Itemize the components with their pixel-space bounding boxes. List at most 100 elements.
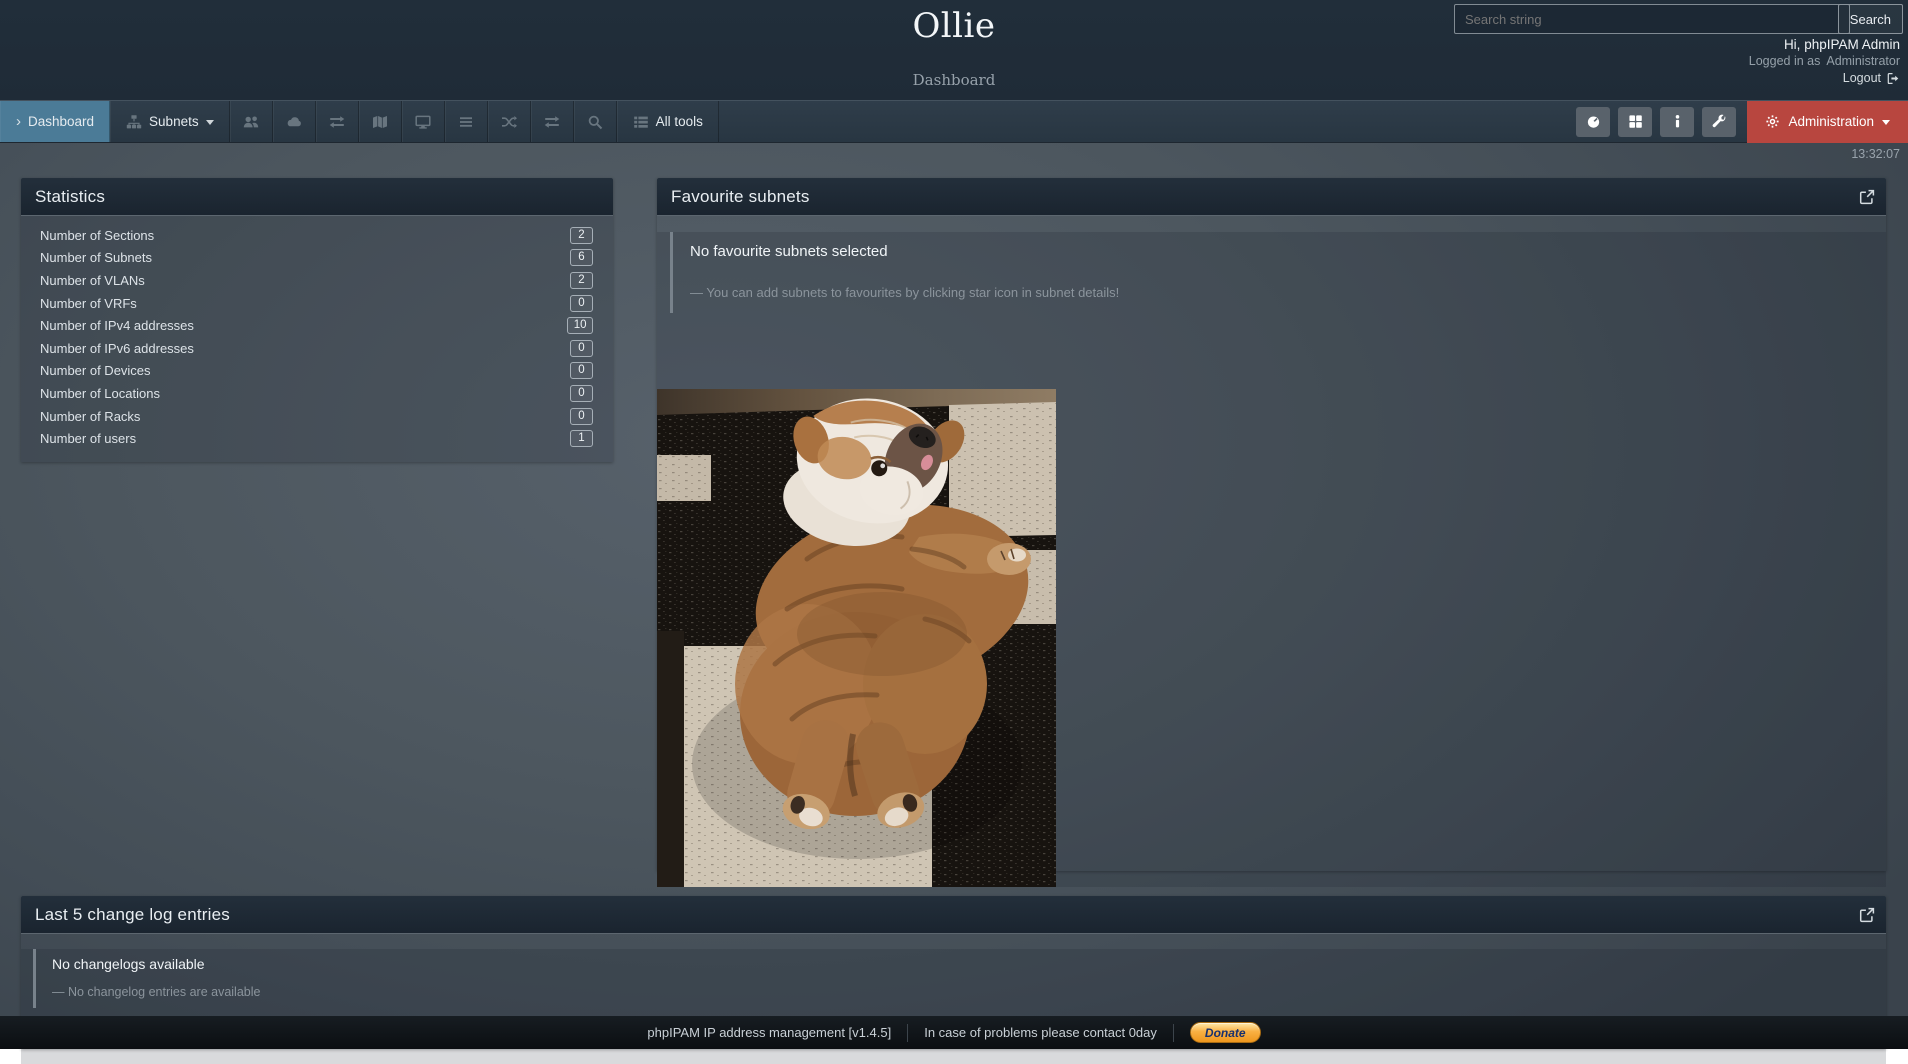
page-header: Ollie Dashboard Search Hi, phpIPAM Admin… <box>0 0 1908 100</box>
stat-row: Number of Racks 0 <box>21 405 613 428</box>
stat-value-badge: 1 <box>570 430 593 447</box>
caret-down-icon <box>1882 120 1890 125</box>
wrench-icon <box>1712 114 1727 129</box>
nav-tab-map[interactable] <box>359 101 402 142</box>
stat-value-badge: 10 <box>567 317 593 334</box>
th-list-icon <box>633 114 649 130</box>
nav-tab-swap[interactable] <box>531 101 574 142</box>
nav-subnets-label: Subnets <box>149 114 199 129</box>
nav-tab-users[interactable] <box>230 101 273 142</box>
nav-tab-cloud[interactable] <box>273 101 316 142</box>
stat-label: Number of VRFs <box>40 296 137 311</box>
list-icon <box>458 114 474 130</box>
gear-icon <box>1765 114 1780 129</box>
statistics-panel-header: Statistics <box>21 178 613 216</box>
footer-divider <box>907 1024 908 1042</box>
info-button[interactable] <box>1660 107 1694 137</box>
favourites-empty-hint: — You can add subnets to favourites by c… <box>690 285 1886 300</box>
widgets-button[interactable] <box>1576 107 1610 137</box>
stat-value-badge: 0 <box>570 362 593 379</box>
page-footer: phpIPAM IP address management [v1.4.5] I… <box>0 1016 1908 1049</box>
stat-value-badge: 6 <box>570 249 593 266</box>
user-info: Hi, phpIPAM Admin Logged in as Administra… <box>1749 37 1900 86</box>
stat-value-badge: 0 <box>570 295 593 312</box>
footer-contact: In case of problems please contact 0day <box>924 1025 1157 1040</box>
nav-tab-subnets[interactable]: Subnets <box>110 101 230 142</box>
user-role-link[interactable]: Administrator <box>1826 54 1900 68</box>
stat-label: Number of Locations <box>40 386 160 401</box>
external-link-icon[interactable] <box>1859 189 1875 205</box>
shuffle-icon <box>501 114 517 130</box>
stat-row: Number of VLANs 2 <box>21 269 613 292</box>
search-icon <box>587 114 603 130</box>
favourites-empty-title: No favourite subnets selected <box>690 243 1886 260</box>
sitemap-icon <box>126 114 142 130</box>
favourites-panel-header: Favourite subnets <box>657 178 1886 216</box>
nav-dashboard-label: Dashboard <box>28 114 94 129</box>
cloud-icon <box>286 114 302 130</box>
logged-in-as-label: Logged in as <box>1749 54 1821 68</box>
stat-label: Number of Racks <box>40 409 140 424</box>
stat-label: Number of IPv4 addresses <box>40 318 194 333</box>
nav-tab-list[interactable] <box>445 101 488 142</box>
favourites-panel-body: No favourite subnets selected — You can … <box>657 232 1886 887</box>
stat-value-badge: 0 <box>570 385 593 402</box>
favourites-title: Favourite subnets <box>671 187 810 207</box>
stat-row: Number of users 1 <box>21 427 613 450</box>
administration-label: Administration <box>1788 114 1874 129</box>
stat-value-badge: 0 <box>570 408 593 425</box>
desktop-icon <box>415 114 431 130</box>
page-subtitle: Dashboard <box>0 71 1908 89</box>
chevron-right-icon: › <box>16 114 21 129</box>
external-link-icon[interactable] <box>1859 907 1875 923</box>
nav-tab-exchange[interactable] <box>316 101 359 142</box>
statistics-panel-body: Number of Sections 2 Number of Subnets 6… <box>21 216 613 462</box>
stat-row: Number of IPv6 addresses 0 <box>21 337 613 360</box>
logout-link[interactable]: Logout <box>1749 71 1900 86</box>
footer-divider <box>1173 1024 1174 1042</box>
changelog-empty-title: No changelogs available <box>52 956 1886 972</box>
nav-all-tools-label: All tools <box>656 114 703 129</box>
administration-button[interactable]: Administration <box>1747 101 1908 143</box>
search-input[interactable] <box>1454 4 1850 34</box>
nav-tab-dashboard[interactable]: › Dashboard <box>0 101 110 142</box>
map-icon <box>372 114 388 130</box>
changelog-panel-header: Last 5 change log entries <box>21 896 1886 934</box>
stat-row: Number of IPv4 addresses 10 <box>21 314 613 337</box>
user-greeting: Hi, phpIPAM Admin <box>1749 37 1900 52</box>
main-navbar: › Dashboard Subnets <box>0 100 1908 143</box>
info-icon <box>1670 114 1685 129</box>
stat-row: Number of Sections 2 <box>21 224 613 247</box>
logout-label: Logout <box>1843 71 1881 86</box>
bulldog-photo <box>657 389 1056 887</box>
favourite-subnets-panel: Favourite subnets No favourite subnets s… <box>657 178 1886 871</box>
changelog-empty-note: No changelogs available — No changelog e… <box>33 949 1886 1008</box>
stat-label: Number of Sections <box>40 228 154 243</box>
statistics-panel: Statistics Number of Sections 2 Number o… <box>21 178 613 462</box>
stat-value-badge: 2 <box>570 227 593 244</box>
donate-button[interactable]: Donate <box>1190 1022 1261 1043</box>
nav-tab-all-tools[interactable]: All tools <box>617 101 719 142</box>
nav-tab-search[interactable] <box>574 101 617 142</box>
search-box <box>1454 4 1850 34</box>
tools-button[interactable] <box>1702 107 1736 137</box>
sign-out-icon <box>1887 72 1900 85</box>
caret-down-icon <box>206 120 214 125</box>
nav-tab-desktop[interactable] <box>402 101 445 142</box>
users-icon <box>243 114 259 130</box>
stat-row: Number of Devices 0 <box>21 360 613 383</box>
stat-label: Number of VLANs <box>40 273 145 288</box>
stat-value-badge: 0 <box>570 340 593 357</box>
grid-icon <box>1628 114 1643 129</box>
gauge-icon <box>1586 114 1601 129</box>
stat-label: Number of IPv6 addresses <box>40 341 194 356</box>
user-role-line: Logged in as Administrator <box>1749 54 1900 69</box>
search-button[interactable]: Search <box>1838 4 1903 34</box>
exchange-icon <box>329 114 345 130</box>
stat-label: Number of Devices <box>40 363 151 378</box>
nav-right-tools: Administration <box>1572 101 1908 142</box>
nav-tab-shuffle[interactable] <box>488 101 531 142</box>
grid-button[interactable] <box>1618 107 1652 137</box>
changelog-empty-hint: — No changelog entries are available <box>52 985 1886 999</box>
favourites-empty-note: No favourite subnets selected — You can … <box>670 232 1886 313</box>
